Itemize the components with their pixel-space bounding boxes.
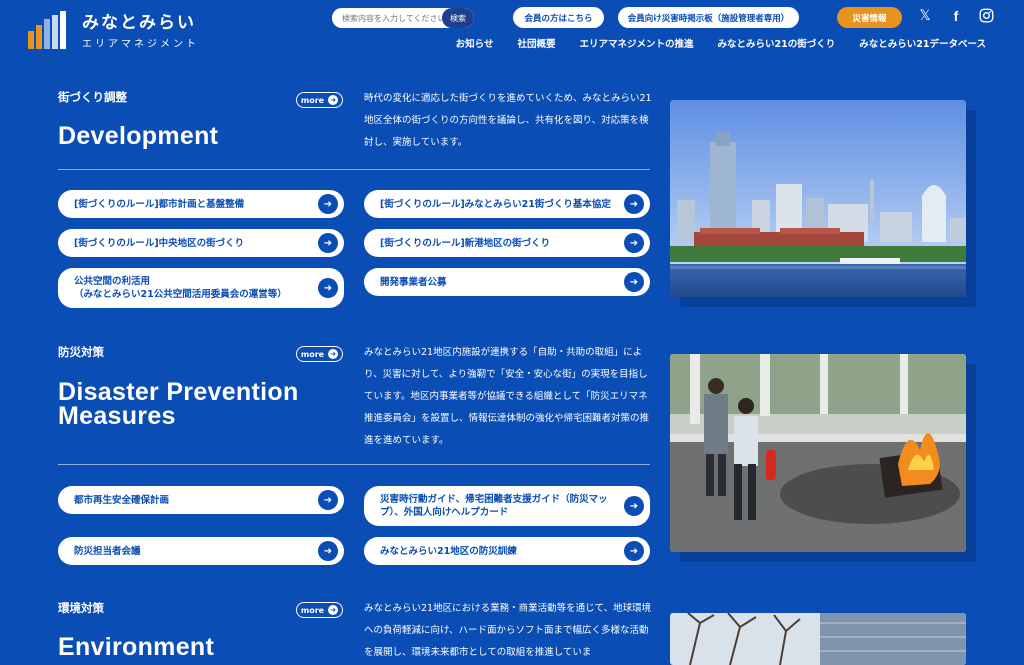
arrow-right-icon: ➜ [624, 496, 644, 516]
arrow-right-icon: ➜ [318, 233, 338, 253]
divider [58, 464, 650, 465]
link-shinko-district[interactable]: [街づくりのルール]新港地区の街づくり ➜ [364, 229, 650, 257]
disaster-board-button[interactable]: 会員向け災害時掲示板（施設管理者専用） [618, 7, 799, 28]
section-desc-environment: みなとみらい21地区における業務・商業活動等を通じて、地球環境への負荷軽減に向け… [364, 603, 652, 658]
arrow-right-icon: ➜ [624, 233, 644, 253]
more-button-environment[interactable]: more ➜ [296, 602, 343, 618]
arrow-right-icon: ➜ [318, 541, 338, 561]
arrow-right-icon: ➜ [624, 194, 644, 214]
link-label: 公共空間の利活用 （みなとみらい21公共空間活用委員会の運営等） [74, 276, 287, 300]
link-label: 開発事業者公募 [380, 276, 447, 288]
link-disaster-drill[interactable]: みなとみらい21地区の防災訓練 ➜ [364, 537, 650, 565]
logo-subtitle: エリアマネジメント [82, 39, 199, 50]
arrow-right-icon: ➜ [624, 541, 644, 561]
photo-cityscape [670, 100, 966, 297]
main-nav: お知らせ 社団概要 エリアマネジメントの推進 みなとみらい21の街づくり みなと… [456, 36, 986, 50]
link-disaster-guide[interactable]: 災害時行動ガイド、帰宅困難者支援ガイド（防災マップ）、外国人向けヘルプカード ➜ [364, 486, 650, 526]
more-label: more [300, 349, 325, 359]
section-title-development: Development [58, 122, 219, 150]
arrow-right-icon: ➜ [328, 95, 339, 105]
link-city-planning[interactable]: [街づくりのルール]都市計画と基盤整備 ➜ [58, 190, 344, 218]
more-label: more [300, 95, 325, 105]
photo-fire-drill [670, 354, 966, 552]
nav-item-area-management[interactable]: エリアマネジメントの推進 [580, 36, 694, 50]
divider [58, 169, 650, 170]
more-label: more [300, 605, 325, 615]
section-title-disaster: Disaster Prevention Measures [58, 378, 299, 430]
search-box: 検索 [332, 8, 474, 28]
more-button-disaster[interactable]: more ➜ [296, 346, 343, 362]
arrow-right-icon: ➜ [318, 490, 338, 510]
nav-item-town-planning[interactable]: みなとみらい21の街づくり [718, 36, 836, 50]
link-label: [街づくりのルール]新港地区の街づくり [380, 237, 551, 249]
search-button[interactable]: 検索 [442, 8, 474, 28]
link-central-district[interactable]: [街づくりのルール]中央地区の街づくり ➜ [58, 229, 344, 257]
link-developer-recruitment[interactable]: 開発事業者公募 ➜ [364, 268, 650, 296]
link-label: 防災担当者会議 [74, 545, 141, 557]
nav-item-news[interactable]: お知らせ [456, 36, 494, 50]
site-logo[interactable]: みなとみらい エリアマネジメント [28, 8, 199, 50]
link-basic-agreement[interactable]: [街づくりのルール]みなとみらい21街づくり基本協定 ➜ [364, 190, 650, 218]
section-desc-disaster: みなとみらい21地区内施設が連携する「自助・共助の取組」により、災害に対して、よ… [364, 347, 650, 446]
link-label: 都市再生安全確保計画 [74, 494, 170, 506]
instagram-icon[interactable] [977, 8, 995, 27]
x-icon[interactable]: 𝕏 [916, 8, 934, 24]
logo-title: みなとみらい [82, 13, 196, 33]
link-officer-meeting[interactable]: 防災担当者会議 ➜ [58, 537, 344, 565]
arrow-right-icon: ➜ [328, 605, 339, 615]
arrow-right-icon: ➜ [318, 194, 338, 214]
site-header: みなとみらい エリアマネジメント 検索 会員の方はこちら 会員向け災害時掲示板（… [0, 0, 1024, 58]
logo-mark-icon [28, 9, 72, 49]
link-label: [街づくりのルール]みなとみらい21街づくり基本協定 [380, 198, 611, 210]
link-label: [街づくりのルール]都市計画と基盤整備 [74, 198, 245, 210]
nav-item-database[interactable]: みなとみらい21データベース [859, 36, 986, 50]
disaster-info-button[interactable]: 災害情報 [837, 7, 902, 28]
link-label: 災害時行動ガイド、帰宅困難者支援ガイド（防災マップ）、外国人向けヘルプカード [380, 494, 608, 518]
link-label: みなとみらい21地区の防災訓練 [380, 545, 517, 557]
section-label-disaster: 防災対策 [58, 345, 104, 359]
link-safety-plan[interactable]: 都市再生安全確保計画 ➜ [58, 486, 344, 514]
more-button-development[interactable]: more ➜ [296, 92, 343, 108]
member-login-button[interactable]: 会員の方はこちら [513, 7, 604, 28]
section-desc-development: 時代の変化に適応した街づくりを進めていくため、みなとみらい21地区全体の街づくり… [364, 93, 652, 148]
nav-item-about[interactable]: 社団概要 [517, 36, 555, 50]
link-label: [街づくりのルール]中央地区の街づくり [74, 237, 245, 249]
photo-environment [670, 613, 966, 665]
search-input[interactable] [332, 8, 442, 28]
section-label-development: 街づくり調整 [58, 90, 127, 104]
arrow-right-icon: ➜ [328, 349, 339, 359]
arrow-right-icon: ➜ [624, 272, 644, 292]
section-title-environment: Environment [58, 633, 215, 661]
arrow-right-icon: ➜ [318, 278, 338, 298]
section-label-environment: 環境対策 [58, 601, 104, 615]
facebook-icon[interactable]: f [947, 8, 965, 24]
link-public-space[interactable]: 公共空間の利活用 （みなとみらい21公共空間活用委員会の運営等） ➜ [58, 268, 344, 308]
